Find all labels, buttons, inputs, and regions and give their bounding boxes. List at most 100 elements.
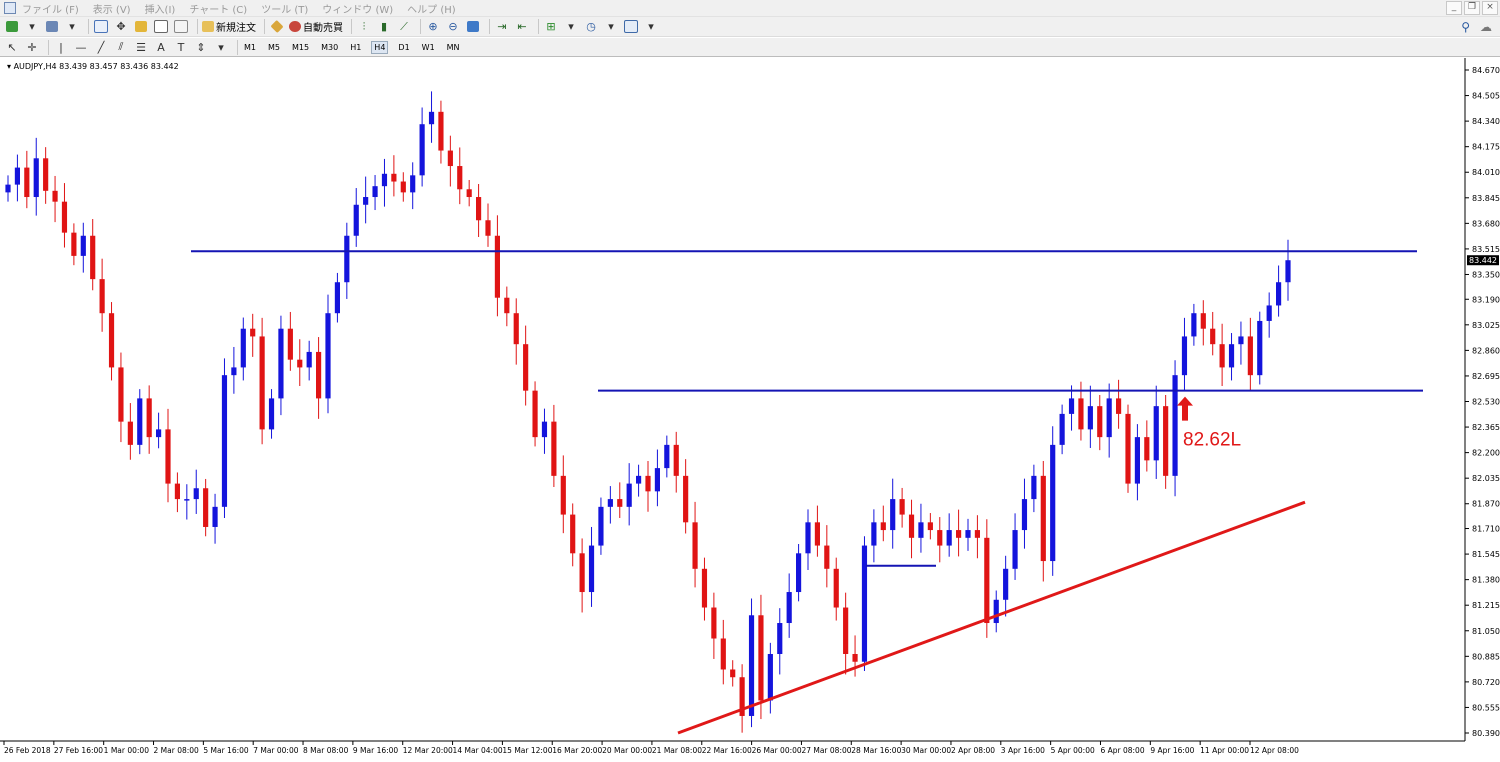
candle-body: [1238, 336, 1244, 345]
new-order-button[interactable]: 新規注文: [202, 19, 256, 35]
vertical-line-icon[interactable]: |: [53, 39, 69, 55]
profiles-icon[interactable]: [44, 19, 60, 35]
fibonacci-icon[interactable]: ☰: [133, 39, 149, 55]
dropdown-arrow-icon[interactable]: ▾: [643, 19, 659, 35]
candle-body: [1012, 530, 1018, 569]
x-tick-label: 12 Mar 20:00: [403, 746, 453, 755]
search-icon[interactable]: ⚲: [1461, 20, 1470, 34]
menu-file[interactable]: ファイル (F): [22, 1, 79, 16]
terminal-icon[interactable]: [153, 19, 169, 35]
candle-body: [513, 313, 519, 345]
zoom-in-icon[interactable]: ⊕: [425, 19, 441, 35]
autoscroll-icon[interactable]: ⇥: [494, 19, 510, 35]
timeframe-h1[interactable]: H1: [348, 42, 363, 53]
text-label-icon[interactable]: T: [173, 39, 189, 55]
candle-body: [494, 235, 500, 298]
dropdown-arrow-icon[interactable]: ▾: [24, 19, 40, 35]
y-tick-label: 84.010: [1472, 168, 1500, 177]
market-watch-icon[interactable]: [93, 19, 109, 35]
favorites-icon[interactable]: [133, 19, 149, 35]
metaeditor-icon[interactable]: [269, 19, 285, 35]
strategy-tester-icon[interactable]: [173, 19, 189, 35]
candle-body: [419, 124, 425, 176]
trendline-icon[interactable]: ╱: [93, 39, 109, 55]
candle-body: [730, 669, 736, 678]
candle-body: [1276, 282, 1282, 306]
timeframe-m5[interactable]: M5: [266, 42, 282, 53]
timeframe-m30[interactable]: M30: [319, 42, 340, 53]
timeframe-d1[interactable]: D1: [396, 42, 411, 53]
candle-body: [532, 390, 538, 438]
menu-tools[interactable]: ツール (T): [261, 1, 308, 16]
price-chart[interactable]: 82.62L 84.670 84.505 84.340 84.175 84.010 83.…: [0, 58, 1500, 759]
tile-windows-icon[interactable]: [465, 19, 481, 35]
timeframe-w1[interactable]: W1: [420, 42, 437, 53]
timeframe-m1[interactable]: M1: [242, 42, 258, 53]
y-tick-label: 83.025: [1472, 321, 1500, 330]
y-tick-label: 81.545: [1472, 550, 1500, 559]
dropdown-arrow-icon[interactable]: ▾: [603, 19, 619, 35]
candle-body: [231, 367, 237, 376]
menu-help[interactable]: ヘルプ (H): [407, 1, 456, 16]
menu-view[interactable]: 表示 (V): [93, 1, 131, 16]
chart-shift-icon[interactable]: ⇤: [514, 19, 530, 35]
periods-icon[interactable]: ◷: [583, 19, 599, 35]
annotation-label: 82.62L: [1183, 430, 1241, 451]
bar-chart-icon[interactable]: ⫶: [356, 19, 372, 35]
candle-body: [325, 313, 331, 399]
minimize-icon[interactable]: _: [1446, 1, 1462, 15]
candle-body: [33, 158, 39, 198]
x-tick-label: 9 Mar 16:00: [353, 746, 399, 755]
x-tick-label: 21 Mar 08:00: [652, 746, 702, 755]
candle-body: [908, 514, 915, 538]
candle-body: [588, 545, 595, 593]
candle-body: [90, 235, 96, 280]
candle-body: [1050, 444, 1056, 562]
dropdown-arrow-icon[interactable]: ▾: [563, 19, 579, 35]
chart-window[interactable]: 82.62L 84.670 84.505 84.340 84.175 84.010 83.…: [0, 58, 1500, 759]
dropdown-arrow-icon[interactable]: ▾: [213, 39, 229, 55]
y-tick-label: 83.190: [1472, 295, 1500, 304]
templates-icon[interactable]: [623, 19, 639, 35]
candle-body: [551, 421, 557, 476]
candle-body: [127, 421, 133, 445]
y-tick-label: 82.695: [1472, 372, 1500, 381]
candle-body: [796, 553, 802, 593]
candle-body: [767, 653, 773, 701]
horizontal-line-icon[interactable]: —: [73, 39, 89, 55]
crosshair-icon[interactable]: ✛: [24, 39, 40, 55]
timeframe-m15[interactable]: M15: [290, 42, 311, 53]
indicators-icon[interactable]: ⊞: [543, 19, 559, 35]
candle-body: [607, 499, 613, 507]
candlestick-chart-icon[interactable]: ▮: [376, 19, 392, 35]
candle-body: [974, 530, 980, 538]
zoom-out-icon[interactable]: ⊖: [445, 19, 461, 35]
candle-body: [579, 553, 585, 593]
dropdown-arrow-icon[interactable]: ▾: [64, 19, 80, 35]
chat-icon[interactable]: ☁: [1480, 20, 1492, 34]
timeframe-h4[interactable]: H4: [371, 40, 389, 54]
line-chart-icon[interactable]: ⟋: [396, 19, 412, 35]
menu-window[interactable]: ウィンドウ (W): [322, 1, 393, 16]
candle-body: [381, 173, 388, 187]
x-tick-label: 5 Mar 16:00: [203, 746, 249, 755]
auto-trading-button[interactable]: 自動売買: [289, 19, 343, 35]
navigator-icon[interactable]: ✥: [113, 19, 129, 35]
new-chart-icon[interactable]: [4, 19, 20, 35]
equidistant-channel-icon[interactable]: ⫽: [113, 39, 129, 55]
menu-charts[interactable]: チャート (C): [189, 1, 247, 16]
y-tick-label: 80.555: [1472, 703, 1500, 712]
text-tool-icon[interactable]: A: [153, 39, 169, 55]
arrows-icon[interactable]: ⇕: [193, 39, 209, 55]
restore-icon[interactable]: ❐: [1464, 1, 1480, 15]
x-tick-label: 22 Mar 16:00: [702, 746, 752, 755]
y-tick-label: 84.670: [1472, 66, 1500, 75]
close-icon[interactable]: ×: [1482, 1, 1498, 15]
candle-body: [80, 235, 86, 256]
cursor-icon[interactable]: ↖: [4, 39, 20, 55]
candle-body: [683, 475, 689, 523]
timeframe-mn[interactable]: MN: [445, 42, 462, 53]
menu-insert[interactable]: 挿入(I): [145, 1, 176, 16]
candle-body: [353, 204, 359, 236]
toolbar-separator: [489, 19, 490, 34]
